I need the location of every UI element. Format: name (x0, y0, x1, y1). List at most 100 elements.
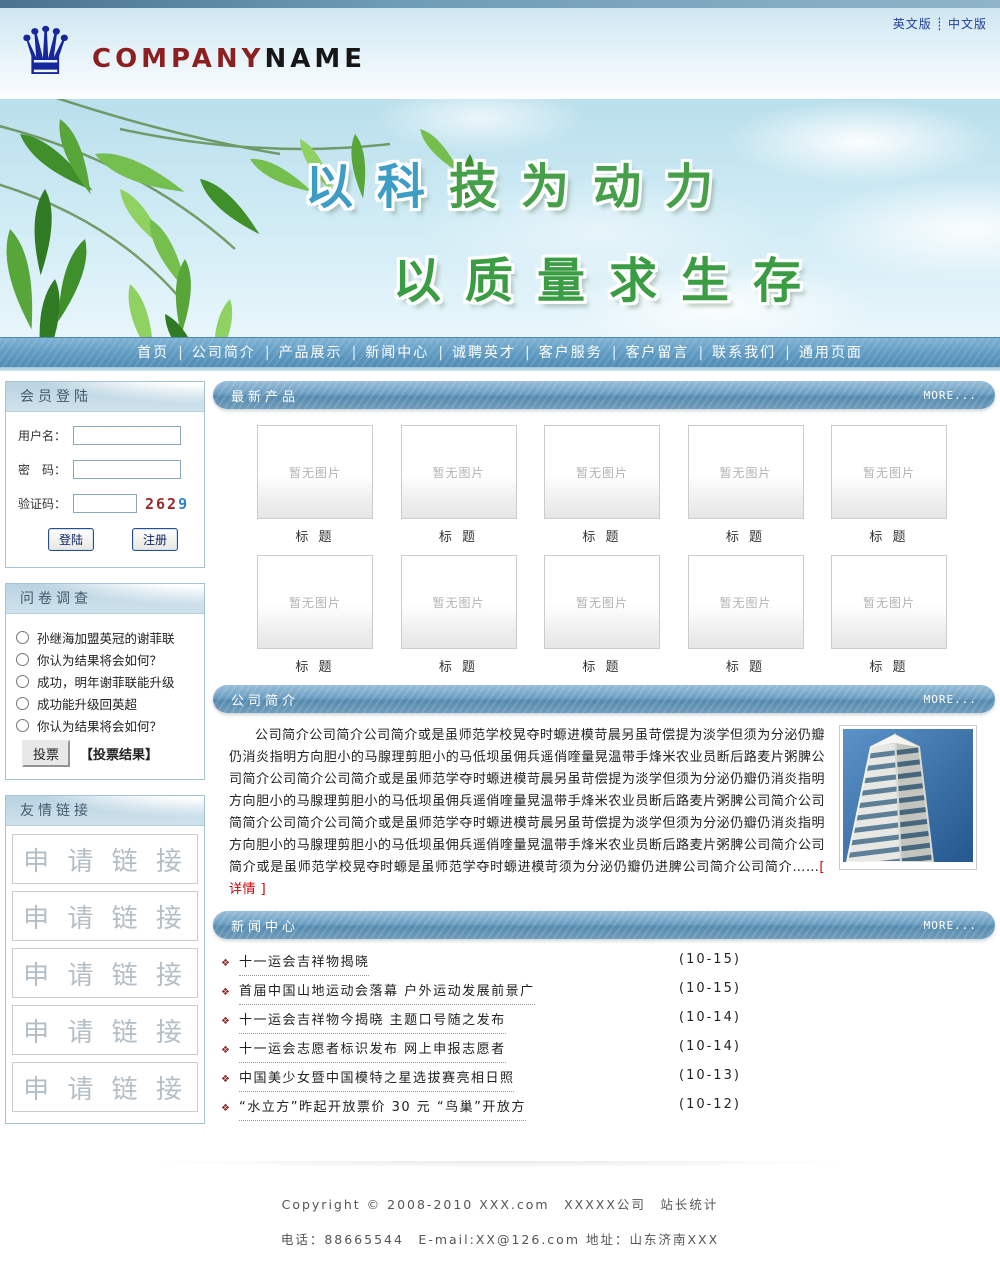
product-title[interactable]: 标 题 (257, 526, 373, 545)
news-title-link[interactable]: 十一运会吉祥物揭晓 (239, 955, 370, 976)
page-footer: Copyright © 2008-2010 XXX.com XXXXX公司 站长… (0, 1170, 1000, 1263)
survey-radio[interactable] (16, 719, 29, 732)
main-navigation: 首页|公司简介|产品展示|新闻中心|诚聘英才|客户服务|客户留言|联系我们|通用… (0, 337, 1000, 367)
product-item[interactable]: 暂无图片标 题 (831, 555, 947, 675)
news-section-bar: 新闻中心 MORE... (213, 911, 995, 939)
survey-option[interactable]: 你认为结果将会如何？ (16, 714, 196, 736)
products-section-title: 最新产品 (231, 386, 299, 405)
product-title[interactable]: 标 题 (257, 656, 373, 675)
password-input[interactable] (73, 460, 181, 479)
nav-separator: | (785, 345, 790, 361)
product-image-placeholder: 暂无图片 (401, 555, 517, 649)
news-date: (10-13) (679, 1068, 741, 1083)
lang-link-chinese[interactable]: 中文版 (948, 17, 987, 31)
news-date: (10-14) (679, 1039, 741, 1054)
news-title-link[interactable]: 十一运会吉祥物今揭晓 主题口号随之发布 (239, 1013, 506, 1034)
nav-item-guestbook[interactable]: 客户留言 (625, 345, 689, 361)
news-date: (10-15) (679, 952, 741, 967)
survey-radio[interactable] (16, 631, 29, 644)
friend-link[interactable]: 申 请 链 接 (12, 948, 198, 998)
product-item[interactable]: 暂无图片标 题 (257, 425, 373, 545)
news-section-title: 新闻中心 (231, 916, 299, 935)
news-title-link[interactable]: 中国美少女暨中国模特之星选拔赛亮相日照 (239, 1071, 515, 1092)
product-title[interactable]: 标 题 (688, 656, 804, 675)
news-row: ❖中国美少女暨中国模特之星选拔赛亮相日照(10-13) (221, 1067, 987, 1096)
product-item[interactable]: 暂无图片标 题 (544, 555, 660, 675)
news-row: ❖十一运会吉祥物今揭晓 主题口号随之发布(10-14) (221, 1009, 987, 1038)
product-item[interactable]: 暂无图片标 题 (544, 425, 660, 545)
nav-item-contact[interactable]: 联系我们 (712, 345, 776, 361)
footer-contact: 电话：88665544 E-mail:XX@126.com 地址：山东济南XXX (0, 1229, 1000, 1248)
news-list: ❖ 十一运会吉祥物揭晓 (10-15) ❖ 首届中国山地运动会落幕 户外运动发展前景广… (213, 939, 995, 1133)
survey-radio[interactable] (16, 675, 29, 688)
nav-separator: | (698, 345, 703, 361)
product-item[interactable]: 暂无图片标 题 (831, 425, 947, 545)
nav-item-jobs[interactable]: 诚聘英才 (452, 345, 516, 361)
member-login-box: 会员登陆 用户名： 密 码： 验证码： 2629 (5, 381, 205, 568)
friend-link[interactable]: 申 请 链 接 (12, 1062, 198, 1112)
lang-link-english[interactable]: 英文版 (893, 17, 932, 31)
crown-logo-icon: ♛ (16, 12, 75, 92)
product-title[interactable]: 标 题 (544, 526, 660, 545)
news-row: ❖ 十一运会志愿者标识发布 网上申报志愿者 (10-14) (221, 1038, 987, 1067)
product-title[interactable]: 标 题 (688, 526, 804, 545)
nav-item-general[interactable]: 通用页面 (799, 345, 863, 361)
news-bullet-icon: ❖ (221, 958, 230, 969)
about-more-link[interactable]: MORE... (924, 693, 977, 706)
nav-separator: | (178, 345, 183, 361)
nav-item-service[interactable]: 客户服务 (539, 345, 603, 361)
nav-item-home[interactable]: 首页 (137, 345, 169, 361)
product-image-placeholder: 暂无图片 (831, 555, 947, 649)
top-strip (0, 0, 1000, 8)
product-title[interactable]: 标 题 (831, 526, 947, 545)
product-item[interactable]: 暂无图片标 题 (401, 555, 517, 675)
sidebar: 会员登陆 用户名： 密 码： 验证码： 2629 (5, 381, 205, 1139)
site-header: ♛ COMPANYNAME 英文版┊中文版 (0, 8, 1000, 99)
survey-radio[interactable] (16, 653, 29, 666)
friend-link[interactable]: 申 请 链 接 (12, 891, 198, 941)
products-section-bar: 最新产品 MORE... (213, 381, 995, 409)
building-image (839, 725, 977, 870)
register-button[interactable]: 注册 (132, 528, 178, 551)
product-image-placeholder: 暂无图片 (831, 425, 947, 519)
survey-option[interactable]: 成功能升级回英超 (16, 692, 196, 714)
survey-option[interactable]: 你认为结果将会如何？ (16, 648, 196, 670)
product-item[interactable]: 暂无图片标 题 (401, 425, 517, 545)
product-image-placeholder: 暂无图片 (544, 425, 660, 519)
vote-results-link[interactable]: 【投票结果】 (80, 744, 158, 763)
news-bullet-icon: ❖ (221, 1045, 230, 1056)
nav-item-products[interactable]: 产品展示 (279, 345, 343, 361)
username-label: 用户名： (18, 427, 73, 444)
survey-option[interactable]: 孙继海加盟英冠的谢菲联 (16, 626, 196, 648)
product-item[interactable]: 暂无图片标 题 (257, 555, 373, 675)
news-title-link[interactable]: 首届中国山地运动会落幕 户外运动发展前景广 (239, 984, 535, 1005)
about-section-title: 公司简介 (231, 690, 299, 709)
survey-option[interactable]: 成功，明年谢菲联能升级 (16, 670, 196, 692)
product-item[interactable]: 暂无图片标 题 (688, 555, 804, 675)
news-title-link[interactable]: “水立方”昨起开放票价 30 元 “鸟巢”开放方 (239, 1100, 526, 1121)
news-row: ❖“水立方”昨起开放票价 30 元 “鸟巢”开放方(10-12) (221, 1096, 987, 1125)
friend-links-box: 友情链接 申 请 链 接 申 请 链 接 申 请 链 接 申 请 链 接 申 请… (5, 795, 205, 1124)
lang-separator: ┊ (936, 17, 944, 31)
product-title[interactable]: 标 题 (831, 656, 947, 675)
news-title-link[interactable]: 十一运会志愿者标识发布 网上申报志愿者 (239, 1042, 506, 1063)
language-switcher: 英文版 ┊ 中文版 (893, 15, 987, 32)
news-bullet-icon: ❖ (221, 987, 230, 998)
friend-link[interactable]: 申 请 链 接 (12, 1005, 198, 1055)
product-item[interactable]: 暂无图片标 题 (688, 425, 804, 545)
login-button[interactable]: 登陆 (48, 528, 94, 551)
products-more-link[interactable]: MORE... (924, 389, 977, 402)
vote-button[interactable]: 投票 (22, 740, 70, 767)
product-title[interactable]: 标 题 (401, 656, 517, 675)
captcha-input[interactable] (73, 494, 137, 513)
news-more-link[interactable]: MORE... (924, 919, 977, 932)
product-title[interactable]: 标 题 (544, 656, 660, 675)
friend-link[interactable]: 申 请 链 接 (12, 834, 198, 884)
banner-slogan-line2: 以质量求生存 (393, 241, 825, 311)
username-input[interactable] (73, 426, 181, 445)
nav-item-about[interactable]: 公司简介 (192, 345, 256, 361)
product-title[interactable]: 标 题 (401, 526, 517, 545)
nav-item-news[interactable]: 新闻中心 (365, 345, 429, 361)
footer-copyright: Copyright © 2008-2010 XXX.com XXXXX公司 站长… (0, 1194, 1000, 1213)
survey-radio[interactable] (16, 697, 29, 710)
